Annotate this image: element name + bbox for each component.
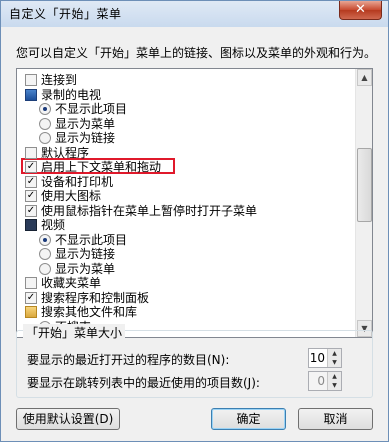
- checkbox[interactable]: ✓: [25, 204, 37, 217]
- folder-search-icon: [25, 306, 37, 318]
- intro-text: 您可以自定义「开始」菜单上的链接、图标以及菜单的外观和行为。: [16, 46, 377, 60]
- list-item-label: 搜索程序和控制面板: [41, 290, 150, 305]
- list-item-label: 收藏夹菜单: [41, 276, 102, 290]
- scroll-up-button[interactable]: ▲: [357, 69, 372, 86]
- spin-up-icon[interactable]: ▲: [327, 372, 341, 381]
- jump-list-label: 要显示在跳转列表中的最近使用的项目数(J):: [27, 376, 260, 390]
- checkbox[interactable]: ✓: [25, 291, 37, 304]
- list-item-label: 显示为菜单: [55, 261, 116, 276]
- list-item-label: 搜索其他文件和库: [41, 305, 138, 319]
- jump-list-value: 0: [317, 374, 325, 388]
- list-item-label: 显示为链接: [55, 131, 116, 145]
- vertical-scrollbar[interactable]: ▲ ▼: [355, 69, 372, 337]
- checkbox[interactable]: ✓: [25, 175, 37, 188]
- list-item-label: 视频: [41, 218, 66, 232]
- title-bar: 自定义「开始」菜单 ✕: [1, 1, 388, 27]
- list-item-label: 连接到: [41, 73, 78, 87]
- checkbox[interactable]: [25, 277, 37, 289]
- checkbox[interactable]: ✓: [25, 161, 37, 173]
- customize-start-menu-dialog: 自定义「开始」菜单 ✕ 您可以自定义「开始」菜单上的链接、图标以及菜单的外观和行…: [0, 0, 389, 442]
- recent-programs-value: 10: [309, 351, 325, 365]
- use-defaults-button[interactable]: 使用默认设置(D): [16, 408, 120, 430]
- tv-icon: [25, 88, 37, 101]
- spin-up-icon[interactable]: ▲: [327, 349, 341, 358]
- window-title: 自定义「开始」菜单: [9, 7, 122, 21]
- radio-button[interactable]: [39, 233, 51, 246]
- scroll-thumb[interactable]: [357, 148, 372, 222]
- checkbox[interactable]: [25, 74, 37, 86]
- radio-button[interactable]: [39, 103, 51, 115]
- list-item-label: 使用鼠标指针在菜单上暂停时打开子菜单: [41, 203, 258, 218]
- list-item-label: 不显示此项目: [55, 102, 128, 116]
- start-menu-size-legend: 「开始」菜单大小: [23, 324, 126, 341]
- list-item-label: 录制的电视: [41, 87, 102, 102]
- spin-down-icon[interactable]: ▼: [327, 381, 341, 390]
- close-button[interactable]: ✕: [339, 1, 382, 20]
- list-item-label: 使用大图标: [41, 189, 102, 203]
- recent-programs-spinner[interactable]: 10 ▲ ▼: [308, 348, 342, 368]
- radio-button[interactable]: [39, 132, 51, 144]
- list-item-label: 设备和打印机: [41, 174, 114, 189]
- radio-button[interactable]: [39, 248, 51, 260]
- list-item-label: 启用上下文菜单和拖动: [41, 160, 162, 174]
- list-item-label: 显示为菜单: [55, 116, 116, 131]
- ok-button[interactable]: 确定: [211, 408, 286, 430]
- options-list[interactable]: ▲ ▼ 连接到 录制的电视 不显示此项目 显示为菜单 显示为链接 默认程序 ✓ 启用上下文菜单…: [16, 68, 373, 338]
- recent-programs-label: 要显示的最近打开过的程序的数目(N):: [27, 353, 230, 367]
- dialog-body: 您可以自定义「开始」菜单上的链接、图标以及菜单的外观和行为。 ▲ ▼ 连接到 录制…: [7, 28, 382, 436]
- list-item-label: 默认程序: [41, 145, 90, 160]
- radio-button[interactable]: [39, 262, 51, 275]
- checkbox[interactable]: ✓: [25, 190, 37, 202]
- cancel-button[interactable]: 取消: [298, 408, 373, 430]
- radio-button[interactable]: [39, 117, 51, 130]
- jump-list-spinner[interactable]: 0 ▲ ▼: [308, 371, 342, 391]
- list-item-label: 不显示此项目: [55, 232, 128, 247]
- video-icon: [25, 219, 37, 231]
- checkbox[interactable]: [25, 146, 37, 159]
- spin-down-icon[interactable]: ▼: [327, 358, 341, 367]
- list-item-label: 显示为链接: [55, 247, 116, 261]
